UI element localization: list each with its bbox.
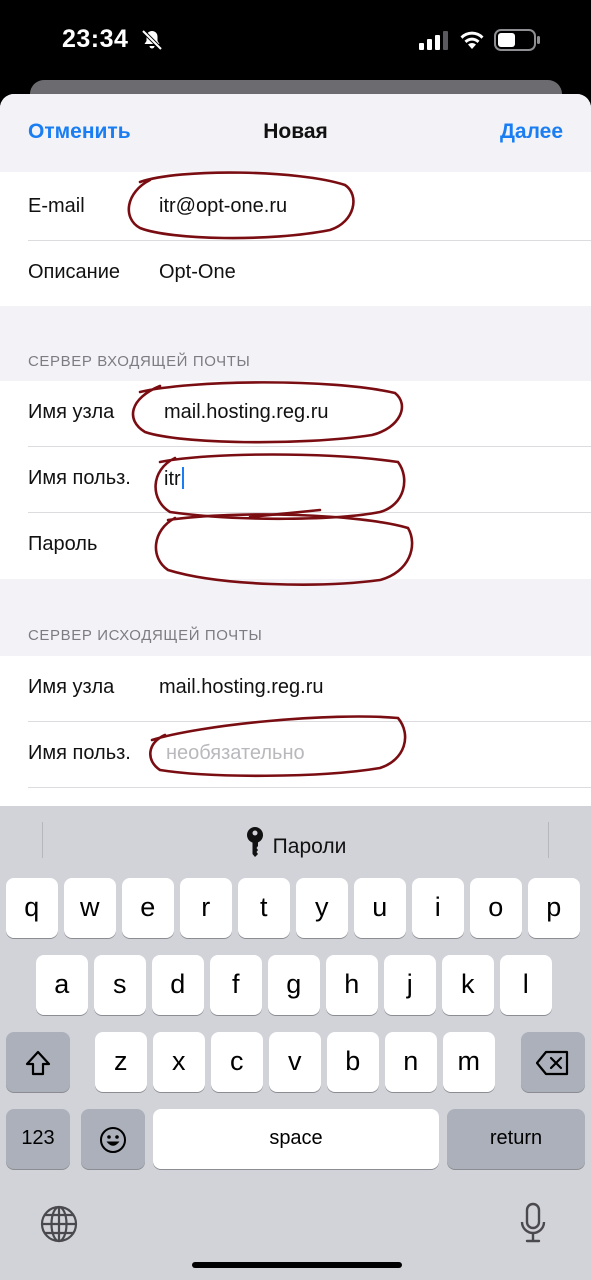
wifi-icon <box>460 31 484 49</box>
incoming-password-row[interactable]: Пароль <box>0 513 591 579</box>
incoming-server-group: Имя узла mail.hosting.reg.ru Имя польз. … <box>0 381 591 579</box>
navigation-bar: Отменить Новая Далее <box>0 94 591 172</box>
keyboard: Пароли qwertyuiop asdfghjkl zxcvbnm 123 … <box>0 806 591 1280</box>
incoming-host-row[interactable]: Имя узла mail.hosting.reg.ru <box>0 381 591 447</box>
key-y[interactable]: y <box>296 878 348 938</box>
outgoing-user-field[interactable]: необязательно <box>166 742 305 765</box>
key-i[interactable]: i <box>412 878 464 938</box>
incoming-server-header: СЕРВЕР ВХОДЯЩЕЙ ПОЧТЫ <box>28 353 251 370</box>
description-row[interactable]: Описание Opt-One <box>0 241 591 307</box>
space-key[interactable]: space <box>153 1109 439 1169</box>
keyboard-suggestion-bar: Пароли <box>0 806 591 872</box>
divider <box>28 787 591 788</box>
key-e[interactable]: e <box>122 878 174 938</box>
key-n[interactable]: n <box>385 1032 437 1092</box>
account-group: E-mail itr@opt-one.ru Описание Opt-One <box>0 172 591 306</box>
description-label: Описание <box>28 261 121 283</box>
backspace-icon <box>535 1050 569 1075</box>
passwords-label: Пароли <box>272 835 347 858</box>
outgoing-user-label: Имя польз. <box>28 742 131 764</box>
globe-icon[interactable] <box>39 1204 79 1244</box>
incoming-user-field[interactable]: itr <box>164 467 184 491</box>
key-w[interactable]: w <box>64 878 116 938</box>
outgoing-host-field[interactable]: mail.hosting.reg.ru <box>159 676 324 699</box>
email-row[interactable]: E-mail itr@opt-one.ru <box>0 175 591 241</box>
battery-icon <box>494 29 540 51</box>
outgoing-user-row[interactable]: Имя польз. необязательно <box>0 722 591 788</box>
status-time: 23:34 <box>62 25 129 53</box>
key-r[interactable]: r <box>180 878 232 938</box>
key-h[interactable]: h <box>326 955 378 1015</box>
key-icon <box>246 827 263 857</box>
new-account-sheet: Отменить Новая Далее E-mail itr@opt-one.… <box>0 94 591 806</box>
incoming-user-row[interactable]: Имя польз. itr <box>0 447 591 513</box>
outgoing-host-label: Имя узла <box>28 676 115 698</box>
shift-icon <box>25 1050 51 1075</box>
key-z[interactable]: z <box>95 1032 147 1092</box>
cellular-signal-icon <box>419 31 448 50</box>
key-v[interactable]: v <box>269 1032 321 1092</box>
key-q[interactable]: q <box>6 878 58 938</box>
backspace-key[interactable] <box>521 1032 585 1092</box>
key-f[interactable]: f <box>210 955 262 1015</box>
key-p[interactable]: p <box>528 878 580 938</box>
outgoing-host-row[interactable]: Имя узла mail.hosting.reg.ru <box>0 656 591 722</box>
silent-bell-icon <box>141 29 163 51</box>
key-g[interactable]: g <box>268 955 320 1015</box>
key-x[interactable]: x <box>153 1032 205 1092</box>
outgoing-server-group: Имя узла mail.hosting.reg.ru Имя польз. … <box>0 656 591 806</box>
key-o[interactable]: o <box>470 878 522 938</box>
key-l[interactable]: l <box>500 955 552 1015</box>
key-d[interactable]: d <box>152 955 204 1015</box>
key-t[interactable]: t <box>238 878 290 938</box>
incoming-password-label: Пароль <box>28 533 98 555</box>
status-bar: 23:34 <box>0 0 591 82</box>
next-button[interactable]: Далее <box>500 120 563 144</box>
home-indicator <box>192 1262 402 1268</box>
outgoing-server-header: СЕРВЕР ИСХОДЯЩЕЙ ПОЧТЫ <box>28 627 263 644</box>
incoming-host-label: Имя узла <box>28 401 115 423</box>
email-label: E-mail <box>28 195 85 217</box>
microphone-icon[interactable] <box>518 1202 548 1246</box>
description-field[interactable]: Opt-One <box>159 261 236 284</box>
divider <box>548 822 549 858</box>
key-a[interactable]: a <box>36 955 88 1015</box>
return-key[interactable]: return <box>447 1109 585 1169</box>
emoji-key[interactable] <box>81 1109 145 1169</box>
text-cursor <box>181 467 184 489</box>
incoming-host-field[interactable]: mail.hosting.reg.ru <box>164 401 329 424</box>
incoming-user-label: Имя польз. <box>28 467 131 489</box>
key-j[interactable]: j <box>384 955 436 1015</box>
numbers-key[interactable]: 123 <box>6 1109 70 1169</box>
key-m[interactable]: m <box>443 1032 495 1092</box>
key-s[interactable]: s <box>94 955 146 1015</box>
key-b[interactable]: b <box>327 1032 379 1092</box>
key-c[interactable]: c <box>211 1032 263 1092</box>
key-u[interactable]: u <box>354 878 406 938</box>
shift-key[interactable] <box>6 1032 70 1092</box>
key-k[interactable]: k <box>442 955 494 1015</box>
emoji-icon <box>100 1126 126 1153</box>
passwords-suggestion[interactable]: Пароли <box>0 826 591 859</box>
email-field[interactable]: itr@opt-one.ru <box>159 195 287 218</box>
incoming-user-value: itr <box>164 468 181 490</box>
